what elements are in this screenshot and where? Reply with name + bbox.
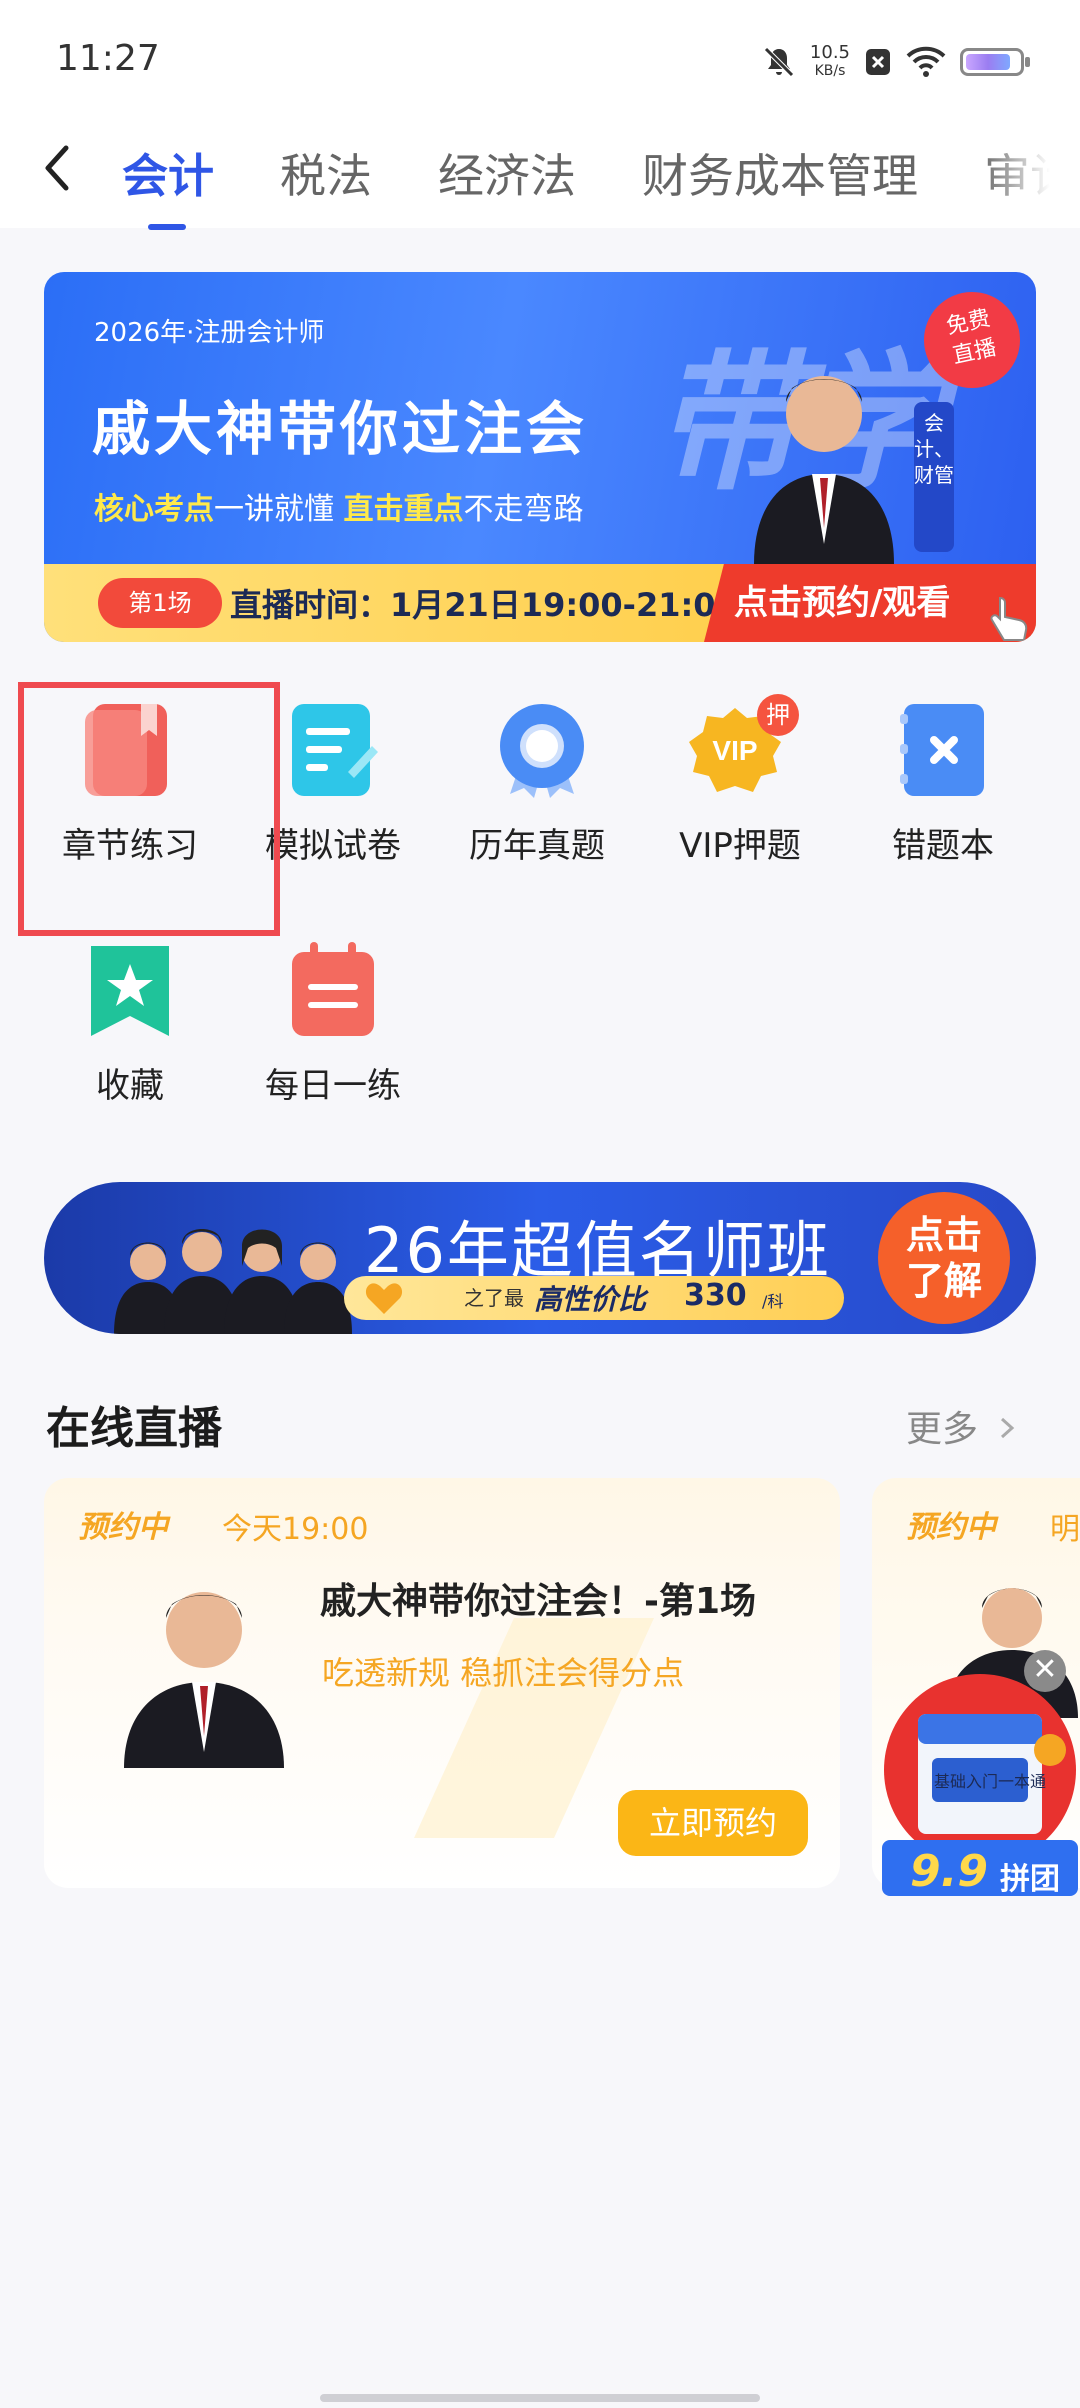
mute-icon — [764, 47, 794, 77]
session-chip: 第1场 — [98, 578, 222, 628]
grid-past-papers[interactable]: 历年真题 — [437, 700, 637, 867]
grid-label: 收藏 — [96, 1066, 164, 1106]
teacher-avatar — [124, 1592, 284, 1768]
battery-icon — [960, 48, 1030, 76]
teachers-group-photo — [114, 1229, 352, 1334]
live-status: 预约中 — [906, 1510, 996, 1545]
net-speed: 10.5 KB/s — [809, 42, 850, 80]
grid-error-book[interactable]: 错题本 — [843, 700, 1043, 867]
error-book-icon — [898, 700, 988, 800]
grid-vip-predictions[interactable]: VIP 押 VIP押题 — [640, 694, 840, 867]
live-time-label: 明 — [1050, 1512, 1080, 1547]
close-box-icon — [866, 49, 890, 75]
grid-label: 错题本 — [892, 826, 994, 866]
promo-unit: /科 — [762, 1292, 784, 1311]
banner-slogan: 核心考点一讲就懂 直击重点不走弯路 — [94, 492, 584, 527]
tab-accounting[interactable]: 会计 — [122, 140, 214, 230]
live-banner[interactable]: 带学 会计、财管 免费直播 2026年·注册会计师 戚大神带你过注会 核心考点一… — [44, 272, 1036, 642]
tab-fade-overlay — [980, 120, 1080, 228]
hand-pointer-icon — [990, 596, 1028, 641]
live-status: 预约中 — [78, 1510, 168, 1545]
vip-badge-mark: 押 — [757, 694, 799, 736]
vip-badge-icon: VIP 押 — [689, 694, 799, 800]
promo-highlight: 高性价比 — [534, 1283, 647, 1316]
grid-label: 历年真题 — [469, 826, 605, 866]
banner-teacher-photo — [754, 376, 894, 564]
grid-label: VIP押题 — [679, 826, 801, 866]
close-icon[interactable]: ✕ — [1024, 1650, 1066, 1692]
tab-financial-cost-management[interactable]: 财务成本管理 — [642, 140, 918, 206]
svg-text:VIP: VIP — [712, 735, 757, 766]
live-card-title: 戚大神带你过注会！-第1场 — [320, 1581, 756, 1622]
chevron-right-icon — [1001, 1417, 1015, 1439]
status-icons: 10.5 KB/s — [762, 40, 1030, 84]
live-section-title: 在线直播 — [46, 1403, 222, 1454]
ad-book-title: 基础入门一本通 — [934, 1772, 1047, 1791]
gesture-nav-handle[interactable] — [320, 2394, 760, 2402]
wifi-icon — [906, 46, 946, 77]
tab-economic-law[interactable]: 经济法 — [438, 140, 576, 206]
promo-cta-button[interactable]: 点击 了解 — [878, 1192, 1010, 1324]
medal-icon — [492, 700, 584, 800]
reserve-button[interactable]: 立即预约 — [618, 1790, 808, 1856]
document-edit-icon — [288, 700, 378, 800]
promo-price: 330 — [684, 1278, 747, 1313]
banner-subject-label: 会计、财管 — [914, 402, 954, 552]
heart-badge-icon — [365, 1283, 403, 1314]
selection-highlight-box — [18, 682, 280, 936]
status-time: 11:27 — [56, 38, 160, 79]
grid-favorites[interactable]: 收藏 — [30, 940, 230, 1107]
grid-daily-practice[interactable]: 每日一练 — [233, 940, 433, 1107]
category-tabs: 会计 税法 经济法 财务成本管理 审计 — [122, 140, 1076, 230]
grid-label: 每日一练 — [265, 1066, 401, 1106]
back-arrow-icon[interactable] — [36, 138, 80, 198]
banner-title: 戚大神带你过注会 — [92, 395, 589, 463]
ad-label: 拼团 — [1000, 1862, 1060, 1897]
live-card-subtitle: 吃透新规 稳抓注会得分点 — [322, 1654, 685, 1692]
live-time-label: 今天19:00 — [222, 1512, 369, 1547]
promo-small-text: 之了最 — [464, 1286, 524, 1310]
live-time: 直播时间：1月21日19:00-21:00 — [230, 586, 738, 624]
calendar-icon — [288, 940, 378, 1040]
star-bookmark-icon — [85, 940, 175, 1040]
live-card[interactable]: 预约中 今天19:00 戚大神带你过注会！-第1场 吃透新规 稳抓注会得分点 立… — [44, 1478, 840, 1888]
banner-subtitle: 2026年·注册会计师 — [94, 318, 325, 348]
promo-banner[interactable]: 26年超值名师班 之了最 高性价比 330 /科 点击 了解 — [44, 1182, 1036, 1334]
tab-tax-law[interactable]: 税法 — [280, 140, 372, 206]
more-link[interactable]: 更多 — [906, 1400, 1022, 1452]
ad-price: 9.9 — [910, 1846, 988, 1897]
